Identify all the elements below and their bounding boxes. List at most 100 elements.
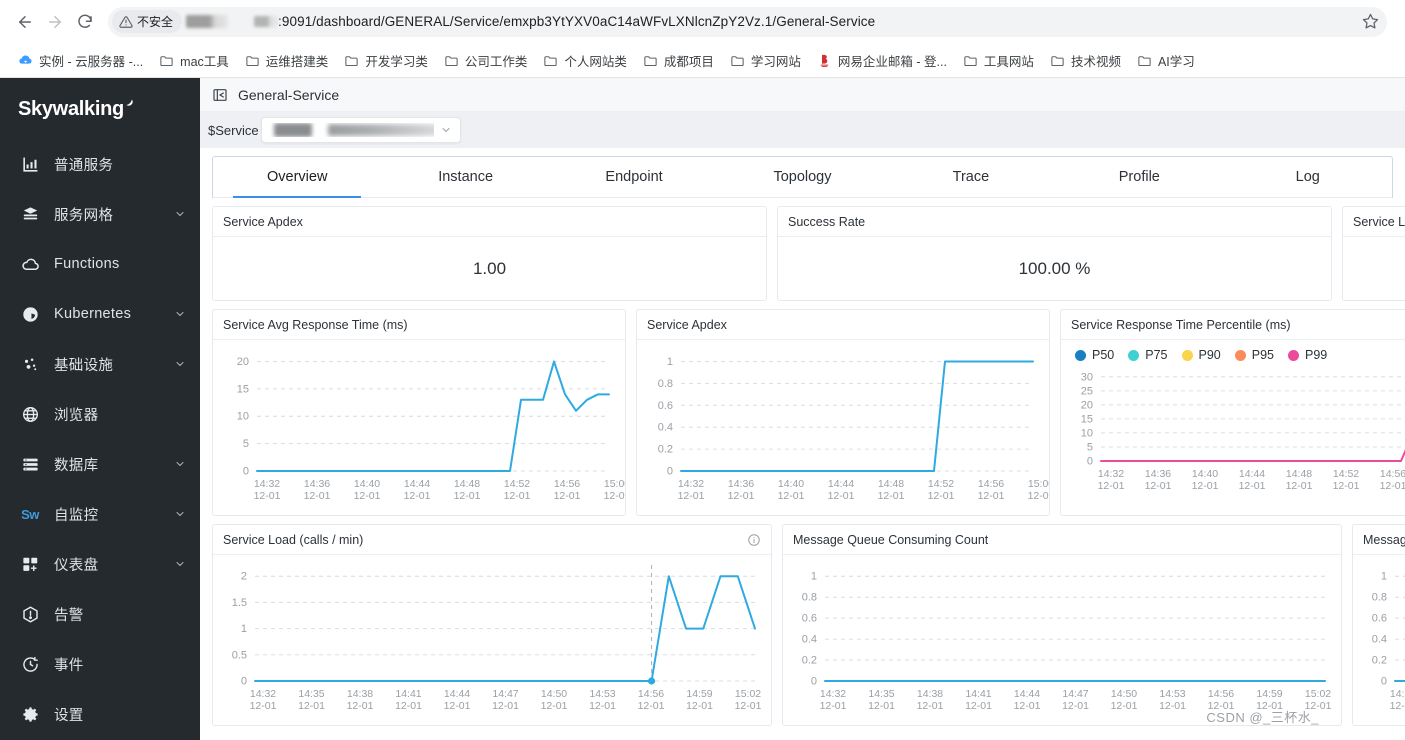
sidebar-item-1[interactable]: 普通服务 bbox=[0, 139, 200, 189]
svg-text:12-01: 12-01 bbox=[1098, 480, 1125, 492]
svg-text:14:36: 14:36 bbox=[304, 478, 330, 490]
tab-instance[interactable]: Instance bbox=[381, 157, 549, 197]
folder-icon bbox=[1050, 53, 1065, 68]
svg-text:2: 2 bbox=[241, 571, 247, 583]
address-bar[interactable]: 不安全 :9091/dashboard/GENERAL/Service/emxp… bbox=[108, 6, 1387, 37]
svg-text:12-01: 12-01 bbox=[1208, 700, 1235, 712]
bookmark-item[interactable]: 个人网站类 bbox=[535, 47, 635, 74]
bookmark-item[interactable]: 技术视频 bbox=[1042, 47, 1129, 74]
legend-item[interactable]: P50 bbox=[1075, 348, 1114, 362]
svg-text:14:52: 14:52 bbox=[504, 478, 530, 490]
bookmark-item[interactable]: 工具网站 bbox=[955, 47, 1042, 74]
svg-text:12-01: 12-01 bbox=[254, 490, 281, 502]
svg-text:14:47: 14:47 bbox=[492, 688, 518, 700]
legend-item[interactable]: P90 bbox=[1181, 348, 1221, 362]
chart-plot-area: 0 0.2 0.4 0.6 0.8 1 14:32 12-01 14:35 12-01 14:38 1… bbox=[783, 555, 1341, 725]
svg-text:14:32: 14:32 bbox=[1390, 688, 1405, 700]
chart-card-service-load: Service Load (calls / min) 0 0.5 1 1.5 2 14:32… bbox=[212, 524, 772, 726]
svg-text:14:40: 14:40 bbox=[778, 478, 804, 490]
event-clock-icon bbox=[20, 654, 40, 674]
svg-text:14:44: 14:44 bbox=[404, 478, 430, 490]
svg-text:12-01: 12-01 bbox=[1014, 700, 1041, 712]
bookmark-item[interactable]: AI学习 bbox=[1129, 47, 1203, 74]
bookmark-star-button[interactable] bbox=[1357, 9, 1383, 35]
svg-text:12-01: 12-01 bbox=[504, 490, 531, 502]
svg-text:14:56: 14:56 bbox=[1208, 688, 1234, 700]
svg-text:14:38: 14:38 bbox=[917, 688, 943, 700]
chevron-down-icon[interactable] bbox=[174, 308, 186, 320]
sidebar-item-3[interactable]: Functions bbox=[0, 239, 200, 289]
svg-text:12-01: 12-01 bbox=[728, 490, 755, 502]
sidebar-item-label: 设置 bbox=[54, 707, 84, 724]
tab-trace[interactable]: Trace bbox=[887, 157, 1055, 197]
svg-text:14:59: 14:59 bbox=[686, 688, 712, 700]
svg-text:0.2: 0.2 bbox=[802, 655, 817, 667]
svg-text:14:41: 14:41 bbox=[965, 688, 991, 700]
svg-text:12-01: 12-01 bbox=[928, 490, 955, 502]
legend-item[interactable]: P99 bbox=[1288, 348, 1327, 362]
bookmark-item[interactable]: mac工具 bbox=[151, 47, 237, 74]
svg-text:14:41: 14:41 bbox=[395, 688, 421, 700]
sidebar-item-9[interactable]: 仪表盘 bbox=[0, 539, 200, 589]
stat-cards-row: Service Apdex 1.00 Success Rate 100.00 % Ser… bbox=[200, 198, 1405, 301]
chevron-down-icon[interactable] bbox=[174, 208, 186, 220]
reload-button[interactable] bbox=[70, 7, 100, 37]
bookmark-item[interactable]: 开发学习类 bbox=[336, 47, 436, 74]
collapse-panel-icon[interactable] bbox=[212, 87, 228, 103]
mesh-layers-icon bbox=[20, 204, 40, 224]
sidebar-item-5[interactable]: 基础设施 bbox=[0, 339, 200, 389]
legend-item[interactable]: P75 bbox=[1128, 348, 1168, 362]
bookmark-label: 开发学习类 bbox=[365, 55, 428, 69]
svg-text:0.2: 0.2 bbox=[1372, 655, 1387, 667]
tab-profile[interactable]: Profile bbox=[1055, 157, 1223, 197]
svg-text:12-01: 12-01 bbox=[1159, 700, 1186, 712]
bookmark-item[interactable]: 公司工作类 bbox=[436, 47, 536, 74]
sidebar-item-12[interactable]: 设置 bbox=[0, 689, 200, 739]
chevron-down-icon[interactable] bbox=[174, 558, 186, 570]
svg-text:12-01: 12-01 bbox=[354, 490, 381, 502]
bookmark-item[interactable]: 学习网站 bbox=[722, 47, 809, 74]
service-select[interactable] bbox=[260, 117, 461, 143]
svg-text:12-01: 12-01 bbox=[454, 490, 481, 502]
info-icon[interactable] bbox=[747, 533, 761, 547]
tab-overview[interactable]: Overview bbox=[213, 157, 381, 198]
chevron-down-icon[interactable] bbox=[174, 358, 186, 370]
folder-icon bbox=[730, 53, 745, 68]
security-status-badge[interactable]: 不安全 bbox=[112, 10, 183, 33]
sidebar-item-10[interactable]: 告警 bbox=[0, 589, 200, 639]
tab-endpoint[interactable]: Endpoint bbox=[550, 157, 718, 197]
bookmark-item[interactable]: 运维搭建类 bbox=[237, 47, 337, 74]
bookmark-item[interactable]: 网易企业邮箱 - 登... bbox=[809, 47, 955, 74]
chevron-down-icon[interactable] bbox=[174, 508, 186, 520]
svg-text:0: 0 bbox=[1381, 676, 1387, 688]
app-logo[interactable]: Skywalking bbox=[0, 78, 200, 135]
tab-log[interactable]: Log bbox=[1224, 157, 1392, 197]
bookmark-label: 学习网站 bbox=[750, 55, 801, 69]
svg-text:14:44: 14:44 bbox=[444, 688, 470, 700]
tab-topology[interactable]: Topology bbox=[718, 157, 886, 197]
back-button[interactable] bbox=[10, 7, 40, 37]
legend-item[interactable]: P95 bbox=[1234, 348, 1274, 362]
svg-text:14:32: 14:32 bbox=[1098, 468, 1124, 480]
sidebar-item-6[interactable]: 浏览器 bbox=[0, 389, 200, 439]
svg-text:12-01: 12-01 bbox=[554, 490, 581, 502]
bookmark-label: 网易企业邮箱 - 登... bbox=[837, 55, 947, 69]
svg-text:20: 20 bbox=[1081, 399, 1093, 411]
forward-button[interactable] bbox=[40, 7, 70, 37]
sidebar-item-4[interactable]: Kubernetes bbox=[0, 289, 200, 339]
chevron-down-icon[interactable] bbox=[174, 458, 186, 470]
sidebar-item-11[interactable]: 事件 bbox=[0, 639, 200, 689]
svg-text:14:36: 14:36 bbox=[1145, 468, 1171, 480]
sidebar-item-2[interactable]: 服务网格 bbox=[0, 189, 200, 239]
stat-card-value: 100.00 % bbox=[1018, 258, 1091, 278]
sidebar-item-7[interactable]: 数据库 bbox=[0, 439, 200, 489]
sidebar-item-8[interactable]: Sw 自监控 bbox=[0, 489, 200, 539]
bookmark-item[interactable]: 成都项目 bbox=[635, 47, 722, 74]
svg-text:15: 15 bbox=[237, 383, 249, 395]
svg-text:0.5: 0.5 bbox=[232, 649, 247, 661]
svg-text:1: 1 bbox=[1381, 571, 1387, 583]
svg-text:12-01: 12-01 bbox=[638, 700, 665, 712]
bookmark-item[interactable]: 实例 - 云服务器 -... bbox=[10, 47, 151, 74]
stat-card-value bbox=[1343, 237, 1405, 300]
chart-title: Service Load (calls / min) bbox=[223, 532, 364, 547]
